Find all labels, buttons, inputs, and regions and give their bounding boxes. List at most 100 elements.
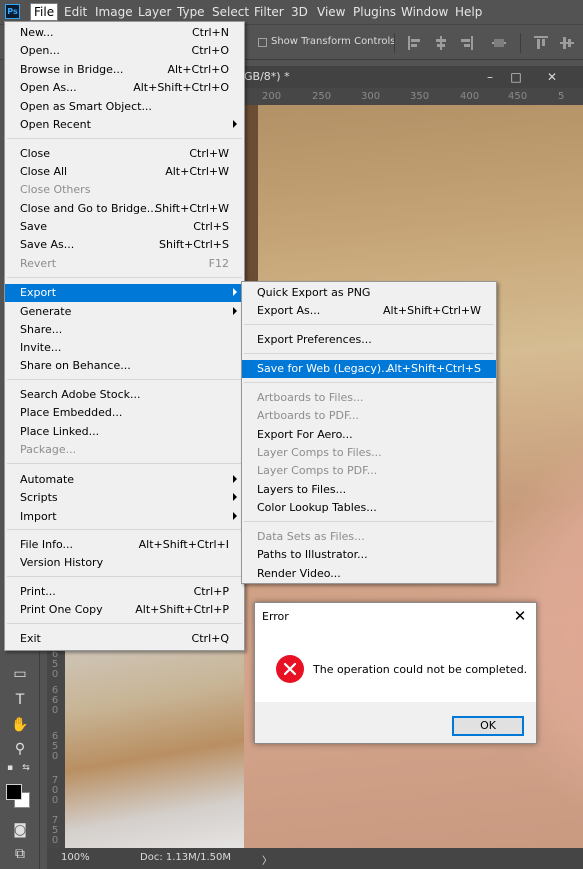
photo-canvas-lower[interactable] [65,640,244,848]
menu-item-file-info[interactable]: File Info... Alt+Shift+Ctrl+I [5,536,244,554]
hand-tool-icon[interactable]: ✋ [8,715,32,735]
status-arrow-icon[interactable]: 〉 [262,852,272,867]
menu-item-import[interactable]: Import [5,508,244,526]
menu-item-label: Artboards to PDF... [257,409,360,422]
menu-view[interactable]: View [317,4,345,20]
align-vertical-center-icon[interactable] [492,36,506,50]
quick-mask-icon[interactable]: ◙ [8,820,32,840]
dialog-close-button[interactable]: ✕ [510,606,530,626]
menu-item-quick-export-png[interactable]: Quick Export as PNG [242,284,496,302]
menu-help[interactable]: Help [455,4,482,20]
screen-mode-icon[interactable]: ⧉ [8,844,32,864]
default-colors-icon[interactable]: ▪ [4,762,16,774]
menu-item-save-as[interactable]: Save As... Shift+Ctrl+S [5,236,244,254]
document-tab-title: GB/8*) * [244,70,290,83]
menu-item-close[interactable]: Close Ctrl+W [5,145,244,163]
menu-filter[interactable]: Filter [254,4,284,20]
menu-item-label: Quick Export as PNG [257,286,371,299]
menu-image[interactable]: Image [95,4,133,20]
submenu-arrow-icon [233,493,237,501]
menu-item-version-history[interactable]: Version History [5,554,244,572]
align-left-icon[interactable] [408,36,422,50]
menu-item-place-linked[interactable]: Place Linked... [5,423,244,441]
menu-item-label: Close All [20,165,68,178]
menu-select[interactable]: Select [212,4,249,20]
menu-separator [7,623,242,624]
align-top-icon[interactable] [534,36,548,50]
menu-item-open-recent[interactable]: Open Recent [5,116,244,134]
menu-item-export[interactable]: Export [5,284,244,302]
menu-item-print-one-copy[interactable]: Print One Copy Alt+Shift+Ctrl+P [5,601,244,619]
menu-item-label: Place Embedded... [20,406,123,419]
menu-item-package: Package... [5,441,244,459]
menu-plugins[interactable]: Plugins [353,4,396,20]
menu-item-shortcut: Shift+Ctrl+S [159,238,229,251]
swap-colors-icon[interactable]: ⇆ [20,762,32,774]
menu-item-close-all[interactable]: Close All Alt+Ctrl+W [5,163,244,181]
menu-item-new[interactable]: New... Ctrl+N [5,24,244,42]
menu-item-shortcut: Ctrl+O [191,44,229,57]
rectangle-tool-icon[interactable]: ▭ [8,664,32,684]
error-icon [276,655,304,683]
menu-window[interactable]: Window [401,4,448,20]
menu-item-exit[interactable]: Exit Ctrl+Q [5,630,244,648]
menu-item-automate[interactable]: Automate [5,471,244,489]
menu-item-generate[interactable]: Generate [5,303,244,321]
menu-item-label: Save for Web (Legacy)... [257,362,392,375]
menu-item-label: Share on Behance... [20,359,131,372]
type-tool-icon[interactable]: T [8,690,32,710]
maximize-button[interactable]: □ [505,68,527,86]
menu-separator [244,382,494,383]
menu-edit[interactable]: Edit [64,4,87,20]
menu-separator [7,576,242,577]
menu-item-scripts[interactable]: Scripts [5,489,244,507]
menu-file[interactable]: File [30,3,59,21]
menu-item-label: Export [20,286,57,299]
close-window-button[interactable]: ✕ [541,68,563,86]
menu-item-share-on-behance[interactable]: Share on Behance... [5,357,244,375]
menu-item-export-for-aero[interactable]: Export For Aero... [242,426,496,444]
menu-item-place-embedded[interactable]: Place Embedded... [5,404,244,422]
menu-item-label: Layer Comps to Files... [257,446,382,459]
align-middle-icon[interactable] [560,36,574,50]
menu-item-share[interactable]: Share... [5,321,244,339]
photoshop-logo-icon: Ps [5,4,20,19]
menu-item-open-as[interactable]: Open As... Alt+Shift+Ctrl+O [5,79,244,97]
menu-item-search-adobe-stock[interactable]: Search Adobe Stock... [5,386,244,404]
menu-item-export-as[interactable]: Export As... Alt+Shift+Ctrl+W [242,302,496,320]
photo-shadow [244,105,258,305]
menu-item-browse-in-bridge[interactable]: Browse in Bridge... Alt+Ctrl+O [5,61,244,79]
zoom-level[interactable]: 100% [61,852,90,863]
menu-item-label: Import [20,510,57,523]
menu-item-layers-to-files[interactable]: Layers to Files... [242,481,496,499]
menu-type[interactable]: Type [177,4,205,20]
menu-item-open[interactable]: Open... Ctrl+O [5,42,244,60]
menu-item-export-preferences[interactable]: Export Preferences... [242,331,496,349]
align-right-icon[interactable] [459,36,473,50]
menu-item-paths-to-illustrator[interactable]: Paths to Illustrator... [242,546,496,564]
menu-item-invite[interactable]: Invite... [5,339,244,357]
menu-item-print[interactable]: Print... Ctrl+P [5,583,244,601]
foreground-color-swatch[interactable] [6,784,22,800]
align-center-icon[interactable] [434,36,448,50]
menu-3d[interactable]: 3D [291,4,308,20]
menu-item-label: Open... [20,44,60,57]
tools-panel: ▭ T ✋ ⚲ ▪ ⇆ ◙ ⧉ [0,652,40,869]
ok-button[interactable]: OK [452,716,524,736]
show-transform-checkbox[interactable] [258,38,267,47]
menu-item-close-and-go-to-bridge[interactable]: Close and Go to Bridge... Shift+Ctrl+W [5,200,244,218]
menu-item-render-video[interactable]: Render Video... [242,565,496,583]
dialog-message: The operation could not be completed. [313,663,528,676]
menu-separator [244,324,494,325]
minimize-button[interactable]: – [479,68,501,86]
menu-item-color-lookup-tables[interactable]: Color Lookup Tables... [242,499,496,517]
file-menu: New... Ctrl+N Open... Ctrl+O Browse in Bri… [4,21,245,651]
menu-item-open-as-smart-object[interactable]: Open as Smart Object... [5,98,244,116]
zoom-tool-icon[interactable]: ⚲ [8,739,32,759]
menu-item-label: Close and Go to Bridge... [20,202,158,215]
menu-item-save-for-web[interactable]: Save for Web (Legacy)... Alt+Shift+Ctrl+S [242,360,496,378]
document-tab[interactable]: GB/8*) * – □ ✕ [244,66,583,88]
menu-item-label: Open As... [20,81,77,94]
menu-item-save[interactable]: Save Ctrl+S [5,218,244,236]
menu-layer[interactable]: Layer [138,4,171,20]
